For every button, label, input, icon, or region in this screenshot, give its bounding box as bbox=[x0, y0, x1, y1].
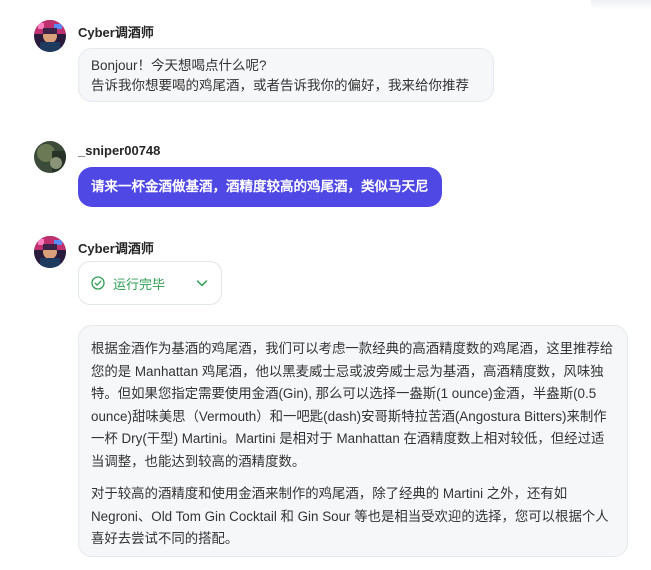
top-edge-shadow bbox=[591, 0, 651, 10]
sender-name: Cyber调酒师 bbox=[78, 25, 154, 40]
chevron-down-icon[interactable] bbox=[195, 276, 209, 290]
message-line: 告诉我你想要喝的鸡尾酒，或者告诉我你的偏好，我来给你推荐 bbox=[91, 78, 469, 93]
sender-name: Cyber调酒师 bbox=[78, 241, 154, 256]
answer-paragraph: 对于较高的酒精度和使用金酒来制作的鸡尾酒，除了经典的 Martini 之外，还有… bbox=[91, 486, 609, 546]
answer-paragraph: 根据金酒作为基酒的鸡尾酒，我们可以考虑一款经典的高酒精度数的鸡尾酒，这里推荐给您… bbox=[91, 341, 614, 469]
run-status-toggle[interactable]: 运行完毕 bbox=[78, 261, 222, 305]
check-circle-icon bbox=[91, 276, 105, 290]
avatar[interactable] bbox=[34, 141, 66, 173]
bot-answer-bubble: 根据金酒作为基酒的鸡尾酒，我们可以考虑一款经典的高酒精度数的鸡尾酒，这里推荐给您… bbox=[78, 325, 628, 557]
message-line: Bonjour！今天想喝点什么呢? bbox=[91, 58, 267, 73]
run-status-label: 运行完毕 bbox=[113, 276, 166, 292]
avatar[interactable] bbox=[34, 236, 66, 268]
avatar[interactable] bbox=[34, 20, 66, 52]
sender-name: _sniper00748 bbox=[78, 143, 161, 158]
user-bubble: 请来一杯金酒做基酒，酒精度较高的鸡尾酒，类似马天尼 bbox=[78, 167, 442, 207]
bot-bubble: Bonjour！今天想喝点什么呢? 告诉我你想要喝的鸡尾酒，或者告诉我你的偏好，… bbox=[78, 48, 494, 102]
